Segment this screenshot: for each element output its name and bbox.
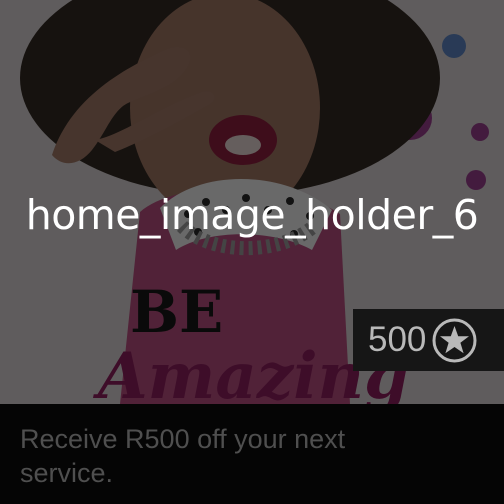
points-value: 500 <box>368 320 427 359</box>
points-badge: 500 <box>353 309 504 371</box>
reward-card[interactable]: BE Amazing home_image_holder_6 500 Recei… <box>0 0 504 504</box>
star-icon <box>431 317 478 364</box>
offer-description: Receive R500 off your next service. <box>20 424 346 488</box>
offer-footer: Receive R500 off your next service. <box>0 404 504 504</box>
image-placeholder-label: home_image_holder_6 <box>25 191 479 239</box>
